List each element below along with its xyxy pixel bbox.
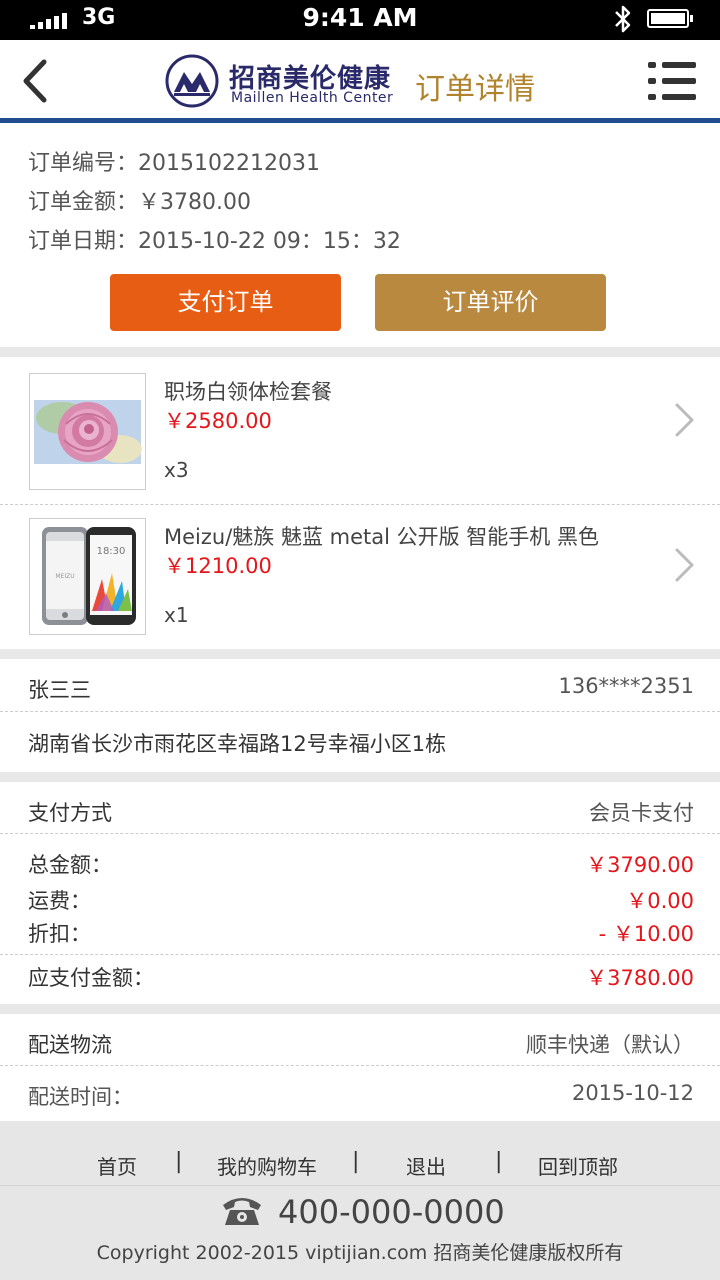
footer-divider: [0, 1185, 720, 1186]
discount-label: 折扣：: [28, 922, 91, 946]
freight-row: 运费： ￥0.00: [28, 885, 694, 915]
order-number: 订单编号：2015102212031: [28, 151, 320, 176]
chevron-right-icon: [675, 403, 694, 437]
divider: [0, 833, 720, 834]
pay-order-button[interactable]: 支付订单: [110, 274, 341, 331]
recipient-row: 张三三 136****2351: [28, 674, 694, 704]
page-title: 订单详情: [415, 72, 535, 107]
status-bar: 3G 9:41 AM: [0, 0, 720, 40]
back-button[interactable]: [18, 58, 58, 104]
footer-separator: |: [175, 1149, 183, 1174]
product-name: Meizu/魅族 魅蓝 metal 公开版 智能手机 黑色: [164, 525, 599, 549]
freight-label: 运费：: [28, 889, 91, 913]
product-item[interactable]: 18:30 MEIZU Meizu/魅族 魅蓝 metal 公开版 智能手机 黑…: [0, 503, 720, 648]
battery-icon: [647, 9, 693, 28]
payment-method-value: 会员卡支付: [589, 801, 694, 825]
order-summary: 订单编号：2015102212031 订单金额：￥3780.00 订单日期：20…: [28, 144, 401, 261]
footer-link-home[interactable]: 首页: [97, 1151, 137, 1180]
phone-icon: [223, 1198, 261, 1225]
recipient-name: 张三三: [28, 678, 91, 702]
product-item[interactable]: 职场白领体检套餐 ￥2580.00 x3: [0, 358, 720, 503]
section-gap: [0, 772, 720, 782]
header-divider: [0, 118, 720, 123]
product-quantity: x1: [164, 603, 189, 627]
footer-separator: |: [352, 1149, 360, 1174]
freight-value: ￥0.00: [626, 889, 694, 913]
payment-method-row: 支付方式 会员卡支付: [28, 797, 694, 827]
brand-name-en: Maillen Health Center: [231, 90, 394, 106]
discount-value: - ￥10.00: [598, 922, 694, 946]
recipient-phone: 136****2351: [558, 674, 694, 698]
footer: 首页 | 我的购物车 | 退出 | 回到顶部 400-000-0000 Copy…: [0, 1121, 720, 1280]
section-gap: [0, 347, 720, 357]
chevron-right-icon: [675, 548, 694, 582]
delivery-value: 顺丰快递（默认）: [526, 1033, 694, 1057]
payment-method-label: 支付方式: [28, 801, 112, 825]
footer-link-top[interactable]: 回到顶部: [538, 1151, 618, 1180]
divider: [0, 954, 720, 955]
delivery-time-value: 2015-10-12: [571, 1081, 694, 1105]
product-quantity: x3: [164, 458, 189, 482]
review-order-button[interactable]: 订单评价: [375, 274, 606, 331]
total-label: 总金额：: [28, 853, 112, 877]
product-price: ￥2580.00: [164, 409, 272, 433]
brand-logo: [165, 54, 219, 108]
product-name: 职场白领体检套餐: [164, 380, 332, 404]
total-row: 总金额： ￥3790.00: [28, 849, 694, 879]
payable-value: ￥3780.00: [586, 966, 694, 990]
copyright: Copyright 2002-2015 viptijian.com 招商美伦健康…: [96, 1242, 624, 1264]
hotline-number[interactable]: 400-000-0000: [278, 1193, 505, 1231]
delivery-time-row: 配送时间： 2015-10-12: [28, 1081, 694, 1111]
section-gap: [0, 1004, 720, 1014]
total-value: ￥3790.00: [586, 853, 694, 877]
menu-button[interactable]: [648, 62, 696, 102]
footer-link-cart[interactable]: 我的购物车: [217, 1151, 317, 1180]
delivery-time-label: 配送时间：: [28, 1085, 133, 1109]
phone-screen-time: 18:30: [97, 546, 126, 557]
product-image-phone: 18:30 MEIZU: [29, 518, 146, 635]
delivery-row: 配送物流 顺丰快递（默认）: [28, 1029, 694, 1059]
order-date: 订单日期：2015-10-22 09：15：32: [28, 229, 401, 254]
footer-separator: |: [495, 1149, 503, 1174]
footer-link-logout[interactable]: 退出: [406, 1151, 446, 1180]
bluetooth-icon: [615, 5, 631, 33]
address-row: 湖南省长沙市雨花区幸福路12号幸福小区1栋: [28, 728, 694, 758]
phone-brand-mark: MEIZU: [55, 573, 74, 580]
payable-row: 应支付金额： ￥3780.00: [28, 962, 694, 992]
product-image-rose: [29, 373, 146, 490]
discount-row: 折扣： - ￥10.00: [28, 918, 694, 948]
order-amount: 订单金额：￥3780.00: [28, 190, 251, 215]
shipping-address: 湖南省长沙市雨花区幸福路12号幸福小区1栋: [28, 732, 447, 756]
divider: [0, 711, 720, 712]
divider: [0, 1065, 720, 1066]
payable-label: 应支付金额：: [28, 966, 154, 990]
delivery-label: 配送物流: [28, 1033, 112, 1057]
product-price: ￥1210.00: [164, 554, 272, 578]
section-gap: [0, 649, 720, 659]
app-header: 招商美伦健康 Maillen Health Center 订单详情: [0, 40, 720, 118]
